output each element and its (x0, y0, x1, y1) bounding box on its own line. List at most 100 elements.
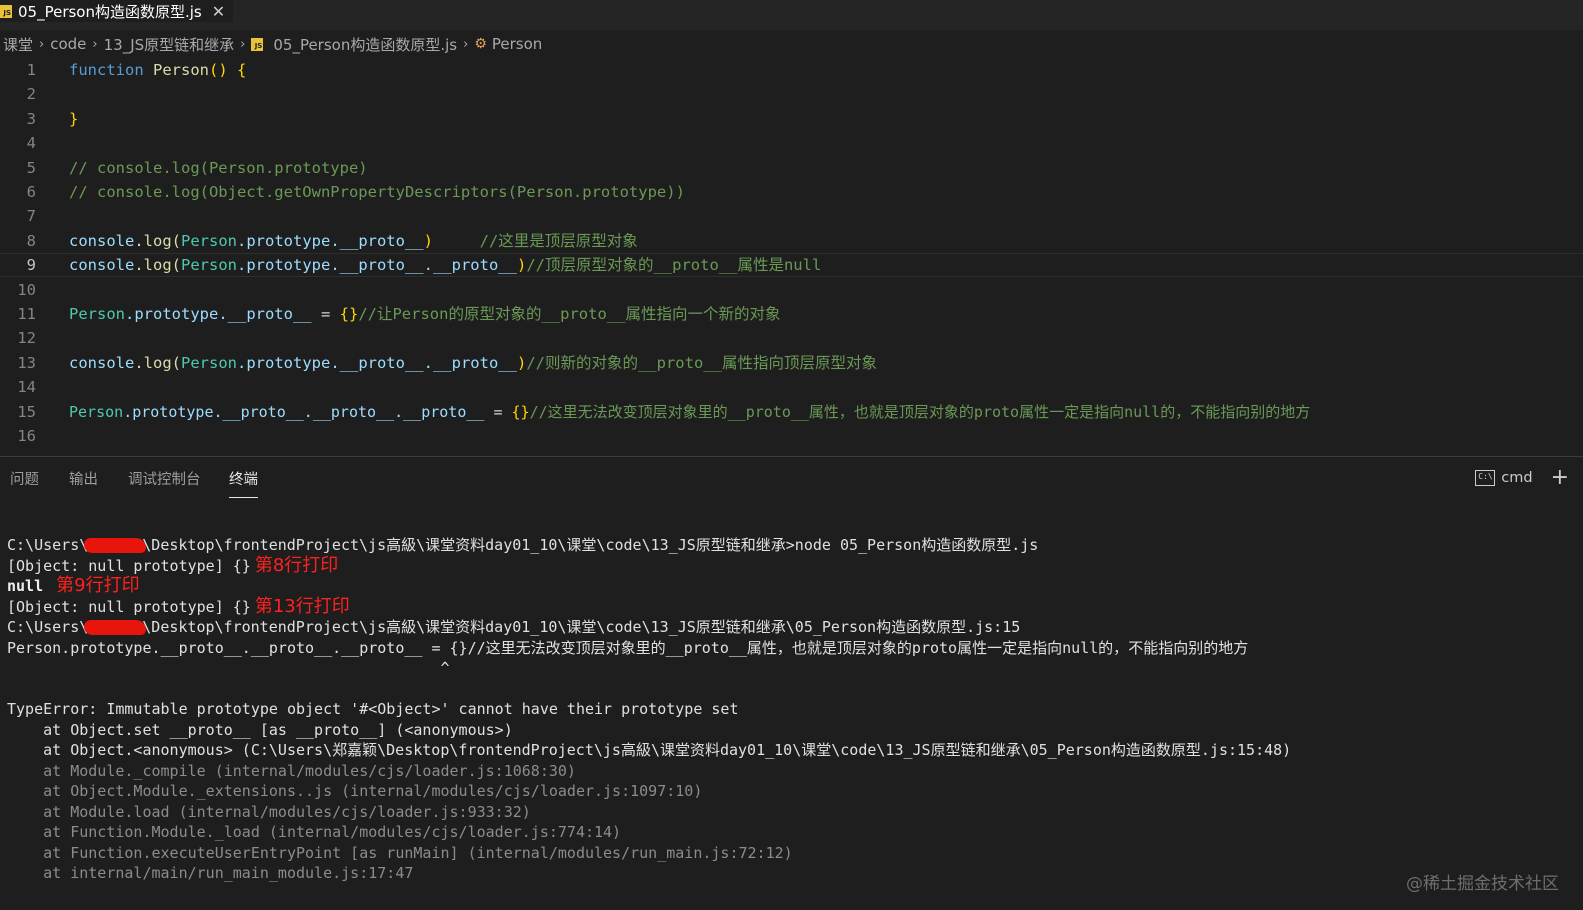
code-token: ) (423, 231, 433, 250)
code-comment: //则新的对象的__proto__属性指向顶层原型对象 (526, 353, 877, 372)
line-number: 8 (26, 231, 36, 250)
chevron-right-icon: › (240, 36, 246, 52)
terminal-line: ^ (7, 659, 450, 677)
code-line[interactable]: 8 console.log(Person.prototype.__proto__… (0, 229, 1583, 253)
code-token: = (484, 402, 512, 421)
tab-output[interactable]: 输出 (69, 466, 98, 494)
code-token: .log( (134, 231, 181, 250)
code-line-current[interactable]: 9 console.log(Person.prototype.__proto__… (0, 253, 1583, 277)
code-line[interactable]: 14 (0, 375, 1583, 399)
code-line[interactable]: 4 (0, 131, 1583, 155)
line-number: 4 (26, 134, 36, 153)
line-number: 15 (17, 402, 36, 421)
terminal-line: at internal/main/run_main_module.js:17:4… (7, 864, 414, 882)
chevron-right-icon: › (39, 36, 45, 52)
js-file-icon: JS (0, 4, 12, 18)
annotation-label: 第9行打印 (56, 575, 140, 596)
line-number: 6 (26, 183, 36, 201)
close-icon[interactable]: ✕ (212, 2, 225, 21)
line-number: 3 (26, 109, 36, 128)
terminal-text: [Object: null prototype] {} (7, 597, 251, 616)
breadcrumb-item-symbol[interactable]: Person (492, 35, 542, 53)
code-line[interactable]: 2 (0, 82, 1583, 106)
code-token: .prototype.__proto__.__proto__ (237, 353, 517, 372)
terminal-text: C:\Users\ (7, 618, 89, 636)
code-token: .prototype.__proto__ (237, 231, 424, 250)
breadcrumb-item-file[interactable]: 05_Person构造函数原型.js (273, 34, 457, 55)
terminal-text: \Desktop\frontendProject\js高級\课堂资料day01_… (142, 536, 1039, 554)
code-token: .log( (134, 353, 181, 372)
code-token: Person (69, 305, 125, 323)
tab-title: 05_Person构造函数原型.js (18, 2, 202, 21)
breadcrumb: 课堂 › code › 13_JS原型链和继承 › JS 05_Person构造… (3, 33, 542, 55)
terminal-line: at Object.set __proto__ [as __proto__] (… (7, 720, 513, 739)
code-token: console (69, 256, 135, 275)
code-line[interactable]: 7 (0, 204, 1583, 228)
symbol-class-icon: ⚙ (474, 36, 487, 52)
code-token: Person (181, 256, 237, 275)
code-token: Person (69, 402, 124, 421)
terminal-line: [Object: null prototype] {} 第8行打印 (7, 555, 338, 577)
tab-problems[interactable]: 问题 (10, 466, 39, 494)
js-file-icon: JS (251, 37, 264, 51)
terminal-line: at Module.load (internal/modules/cjs/loa… (7, 802, 531, 821)
terminal-line: at Object.Module._extensions..js (intern… (7, 782, 703, 800)
code-token: console (69, 353, 135, 372)
code-token: Person (153, 61, 209, 79)
code-line[interactable]: 16 (0, 424, 1583, 448)
code-line[interactable]: 5 // console.log(Person.prototype) (0, 156, 1583, 180)
breadcrumb-item-classroom[interactable]: 课堂 (3, 34, 33, 55)
line-number: 10 (17, 280, 36, 299)
line-number: 9 (26, 256, 36, 275)
line-number: 13 (17, 353, 36, 372)
terminal-line: TypeError: Immutable prototype object '#… (7, 700, 739, 718)
terminal-text: [Object: null prototype] {} (7, 556, 251, 575)
terminal-toolbar: C:\ cmd + (1475, 467, 1569, 489)
code-token: ) (516, 353, 527, 372)
code-token: .prototype.__proto__.__proto__.__proto__ (123, 402, 485, 421)
code-token: .prototype.__proto__ (125, 305, 312, 323)
code-token: Person (181, 353, 237, 372)
code-line[interactable]: 12 (0, 326, 1583, 350)
code-line[interactable]: 13 console.log(Person.prototype.__proto_… (0, 351, 1583, 375)
line-number: 16 (17, 427, 36, 445)
terminal-line: at Module._compile (internal/modules/cjs… (7, 761, 576, 780)
annotation-label: 第13行打印 (254, 595, 350, 617)
line-number: 5 (26, 158, 36, 177)
code-line[interactable]: 10 (0, 278, 1583, 302)
code-token: .prototype.__proto__.__proto__ (237, 256, 517, 275)
terminal-line: at Object.<anonymous> (C:\Users\郑嘉颖\Desk… (7, 741, 1292, 759)
code-token: { (237, 61, 247, 79)
editor-tab-active[interactable]: JS 05_Person构造函数原型.js ✕ (0, 0, 234, 22)
code-token: ) (516, 256, 527, 275)
line-number: 11 (17, 305, 36, 323)
terminal-text: C:\Users\ (7, 536, 89, 554)
plus-icon[interactable]: + (1551, 467, 1569, 489)
terminal-line: C:\Users\ \Desktop\frontendProject\js高級\课… (7, 617, 1020, 638)
tab-terminal[interactable]: 终端 (229, 466, 258, 498)
terminal-cmd-icon[interactable]: C:\ (1475, 470, 1496, 486)
redaction-mark (84, 620, 147, 635)
code-editor[interactable]: 1 function Person() { 2 3 } 4 5 // conso… (0, 58, 1583, 454)
editor-tab-bar: JS 05_Person构造函数原型.js ✕ (0, 0, 1583, 30)
panel-divider[interactable] (0, 456, 1583, 457)
breadcrumb-item-folder[interactable]: 13_JS原型链和继承 (104, 34, 235, 55)
code-line[interactable]: 1 function Person() { (0, 58, 1583, 82)
code-line[interactable]: 15 Person.prototype.__proto__.__proto__.… (0, 400, 1583, 424)
panel-tab-bar: 问题 输出 调试控制台 终端 (0, 466, 1583, 498)
line-number: 14 (17, 378, 36, 397)
code-token: .log( (134, 256, 181, 275)
code-comment: //让Person的原型对象的__proto__属性指向一个新的对象 (358, 305, 781, 323)
breadcrumb-item-code[interactable]: code (50, 35, 86, 53)
code-line[interactable]: 3 } (0, 107, 1583, 131)
terminal-shell-name[interactable]: cmd (1501, 470, 1532, 486)
code-comment: //这里是顶层原型对象 (432, 231, 638, 250)
terminal-line: [Object: null prototype] {} 第13行打印 (7, 595, 350, 618)
code-token: console (69, 231, 135, 250)
watermark: @稀土掘金技术社区 (1406, 874, 1559, 894)
code-line[interactable]: 11 Person.prototype.__proto__ = {}//让Per… (0, 302, 1583, 326)
line-number: 7 (26, 207, 36, 226)
code-line[interactable]: 6 // console.log(Object.getOwnPropertyDe… (0, 180, 1583, 204)
line-number: 12 (17, 329, 36, 348)
tab-debug-console[interactable]: 调试控制台 (128, 466, 201, 494)
